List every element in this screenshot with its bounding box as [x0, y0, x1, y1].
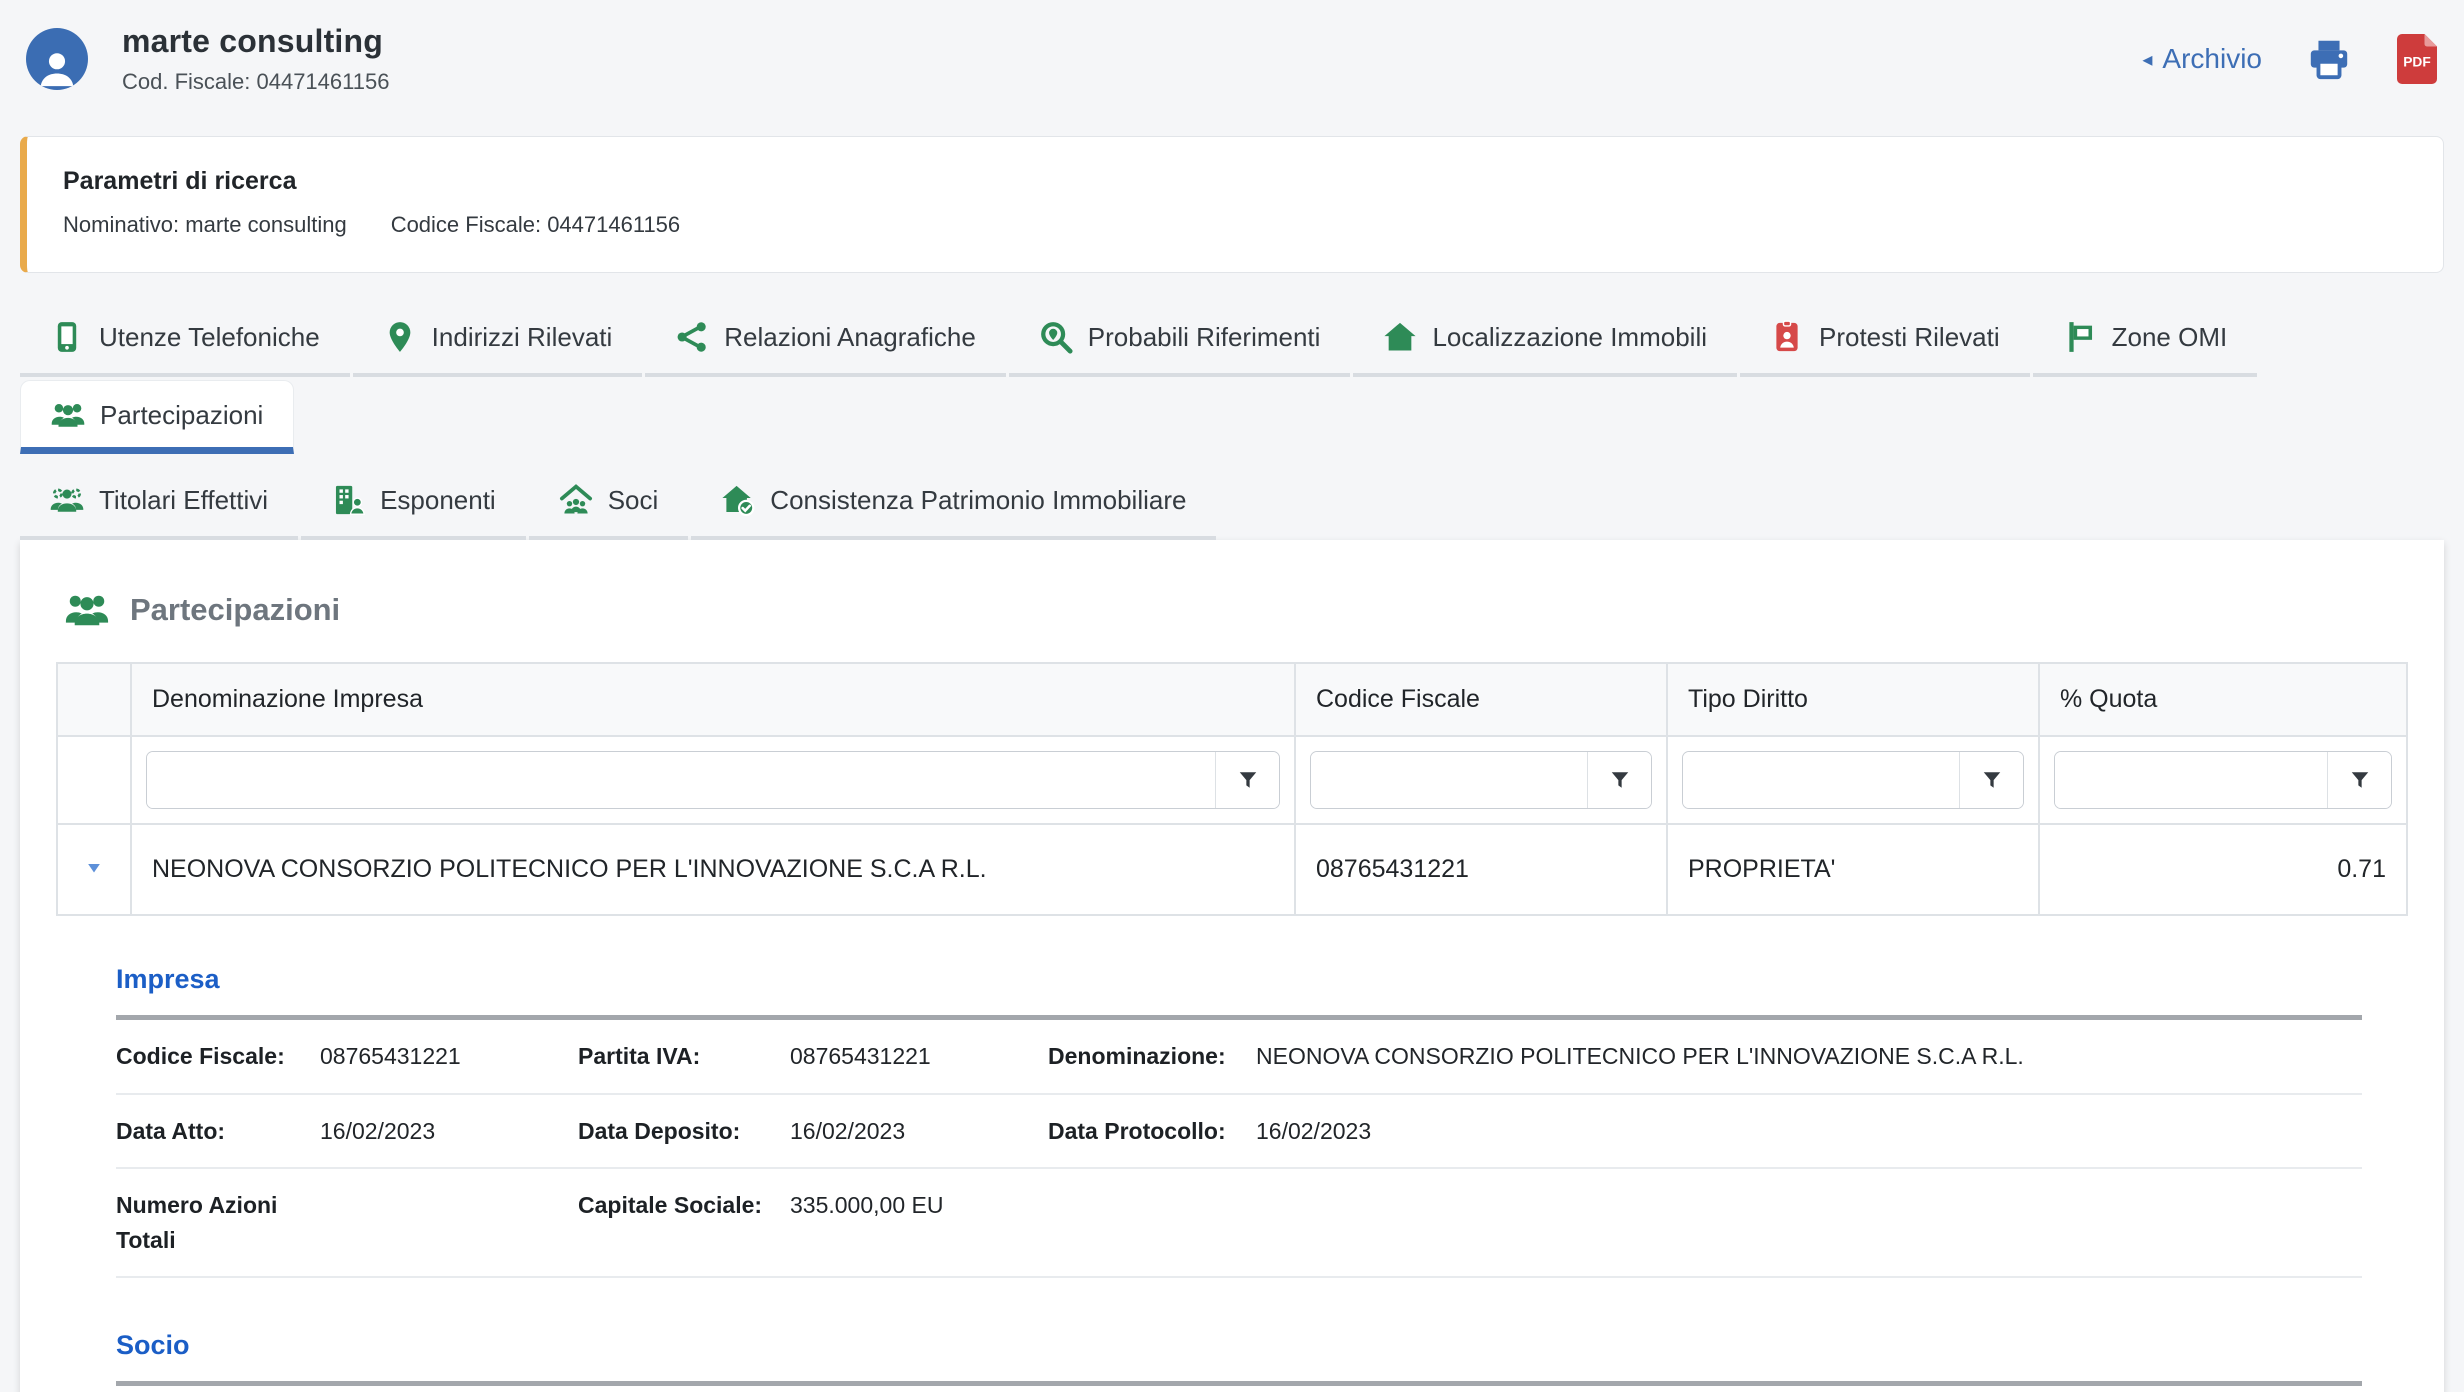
company-name: marte consulting — [122, 23, 389, 60]
id-badge-icon — [1770, 320, 1804, 354]
svg-text:PDF: PDF — [2403, 55, 2431, 70]
tab-esponenti[interactable]: Esponenti — [301, 466, 526, 540]
sign-icon — [2063, 320, 2097, 354]
printer-icon — [2306, 36, 2352, 82]
print-button[interactable] — [2306, 36, 2352, 82]
tab-soci[interactable]: Soci — [529, 466, 689, 540]
tab-protesti-rilevati[interactable]: Protesti Rilevati — [1740, 303, 2030, 377]
chevron-down-icon — [85, 859, 103, 877]
column-header-quota: % Quota — [2039, 663, 2407, 736]
tab-titolari-effettivi[interactable]: Titolari Effettivi — [20, 466, 298, 540]
detail-row: Nominativo:marte consulting S.R.L. Codic… — [116, 1386, 2362, 1392]
row-details: Impresa Codice Fiscale:08765431221 Parti… — [56, 916, 2408, 1392]
house-icon — [1383, 320, 1417, 354]
company-fiscal-code: Cod. Fiscale: 04471461156 — [122, 69, 389, 95]
search-params-card: Parametri di ricerca Nominativo: marte c… — [20, 136, 2444, 273]
filter-input-codice-fiscale[interactable] — [1311, 752, 1587, 808]
funnel-icon — [1237, 768, 1259, 792]
tab-localizzazione-immobili[interactable]: Localizzazione Immobili — [1353, 303, 1737, 377]
top-bar: marte consulting Cod. Fiscale: 044714611… — [0, 0, 2464, 118]
filter-input-denominazione[interactable] — [147, 752, 1215, 808]
socio-detail-table: Nominativo:marte consulting S.R.L. Codic… — [116, 1381, 2362, 1392]
company-avatar — [26, 28, 88, 90]
cell-quota: 0.71 — [2039, 824, 2407, 915]
building-user-icon — [331, 483, 365, 517]
filter-cell-empty — [57, 736, 131, 824]
column-header-denominazione: Denominazione Impresa — [131, 663, 1295, 736]
detail-row: Numero Azioni Totali Capitale Sociale:33… — [116, 1169, 2362, 1278]
column-header-expand — [57, 663, 131, 736]
row-expand-toggle[interactable] — [57, 824, 131, 915]
tab-consistenza-patrimonio[interactable]: Consistenza Patrimonio Immobiliare — [691, 466, 1216, 540]
search-param-codice-fiscale: Codice Fiscale: 04471461156 — [391, 212, 680, 238]
filter-button-denominazione[interactable] — [1215, 752, 1279, 808]
filter-button-codice-fiscale[interactable] — [1587, 752, 1651, 808]
archivio-label: Archivio — [2162, 43, 2262, 75]
house-check-icon — [721, 483, 755, 517]
tab-indirizzi-rilevati[interactable]: Indirizzi Rilevati — [353, 303, 643, 377]
cell-denominazione: NEONOVA CONSORZIO POLITECNICO PER L'INNO… — [131, 824, 1295, 915]
tab-relazioni-anagrafiche[interactable]: Relazioni Anagrafiche — [645, 303, 1006, 377]
page-title: Partecipazioni — [130, 592, 340, 628]
funnel-icon — [1981, 768, 2003, 792]
funnel-icon — [2349, 768, 2371, 792]
map-pin-icon — [383, 320, 417, 354]
tab-utenze-telefoniche[interactable]: Utenze Telefoniche — [20, 303, 350, 377]
search-location-icon — [1039, 320, 1073, 354]
search-param-nominativo: Nominativo: marte consulting — [63, 212, 347, 238]
detail-row: Data Atto:16/02/2023 Data Deposito:16/02… — [116, 1095, 2362, 1170]
back-arrow-icon: ◂ — [2142, 47, 2152, 72]
filter-input-quota[interactable] — [2055, 752, 2327, 808]
filter-button-quota[interactable] — [2327, 752, 2391, 808]
share-nodes-icon — [675, 320, 709, 354]
partecipazioni-panel: Partecipazioni Denominazione Impresa Cod… — [20, 540, 2444, 1392]
column-header-tipo-diritto: Tipo Diritto — [1667, 663, 2039, 736]
detail-row: Codice Fiscale:08765431221 Partita IVA:0… — [116, 1020, 2362, 1095]
house-people-icon — [559, 483, 593, 517]
tab-probabili-riferimenti[interactable]: Probabili Riferimenti — [1009, 303, 1351, 377]
impresa-detail-table: Codice Fiscale:08765431221 Partita IVA:0… — [116, 1015, 2362, 1278]
column-header-codice-fiscale: Codice Fiscale — [1295, 663, 1667, 736]
socio-section-title: Socio — [116, 1330, 2362, 1361]
table-row[interactable]: NEONOVA CONSORZIO POLITECNICO PER L'INNO… — [57, 824, 2407, 915]
funnel-icon — [1609, 768, 1631, 792]
impresa-section-title: Impresa — [116, 964, 2362, 995]
archivio-link[interactable]: ◂ Archivio — [2142, 43, 2262, 75]
filter-input-tipo-diritto[interactable] — [1683, 752, 1959, 808]
search-params-title: Parametri di ricerca — [63, 167, 2407, 196]
tab-bar: Utenze Telefoniche Indirizzi Rilevati Re… — [20, 303, 2444, 540]
export-pdf-button[interactable]: PDF — [2396, 34, 2438, 84]
tab-zone-omi[interactable]: Zone OMI — [2033, 303, 2258, 377]
users-rings-icon — [50, 483, 84, 517]
users-icon — [51, 398, 85, 432]
mobile-icon — [50, 320, 84, 354]
cell-codice-fiscale: 08765431221 — [1295, 824, 1667, 915]
users-icon — [62, 588, 112, 632]
person-icon — [34, 44, 80, 90]
pdf-file-icon: PDF — [2396, 34, 2438, 84]
cell-tipo-diritto: PROPRIETA' — [1667, 824, 2039, 915]
filter-button-tipo-diritto[interactable] — [1959, 752, 2023, 808]
tab-partecipazioni[interactable]: Partecipazioni — [20, 380, 294, 454]
partecipazioni-table: Denominazione Impresa Codice Fiscale Tip… — [56, 662, 2408, 916]
